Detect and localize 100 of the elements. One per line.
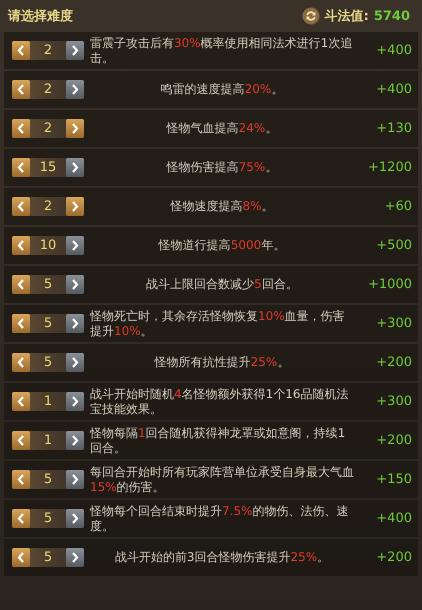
modifier-description: 雷震子攻击后有30%概率使用相同法术进行1次追击。 — [90, 36, 354, 66]
increase-button[interactable] — [66, 275, 84, 294]
chevron-right-icon — [71, 552, 79, 563]
increase-button[interactable] — [66, 119, 84, 138]
modifier-description: 战斗上限回合数减少5回合。 — [146, 277, 298, 292]
chevron-right-icon — [71, 279, 79, 290]
score-bonus: +400 — [375, 511, 412, 526]
level-stepper[interactable]: 5 — [12, 275, 84, 294]
level-value: 2 — [42, 43, 54, 58]
score-bonus: +60 — [384, 199, 412, 214]
score-value: 5740 — [374, 8, 410, 24]
increase-button[interactable] — [66, 548, 84, 567]
score-bonus: +1000 — [367, 277, 412, 292]
modifier-description: 战斗开始时随机4名怪物额外获得1个16品随机法宝技能效果。 — [90, 386, 350, 416]
level-stepper[interactable]: 10 — [12, 236, 84, 255]
chevron-right-icon — [71, 474, 79, 485]
decrease-button[interactable] — [12, 353, 30, 372]
decrease-button[interactable] — [12, 80, 30, 99]
score-bonus: +200 — [375, 433, 412, 448]
level-stepper[interactable]: 1 — [12, 392, 84, 411]
decrease-button[interactable] — [12, 509, 30, 528]
increase-button[interactable] — [66, 353, 84, 372]
score-bonus: +300 — [375, 316, 412, 331]
modifier-description: 怪物伤害提高75%。 — [166, 160, 278, 175]
level-stepper[interactable]: 2 — [12, 80, 84, 99]
level-stepper[interactable]: 5 — [12, 509, 84, 528]
score-label: 斗法值: — [324, 8, 369, 25]
increase-button[interactable] — [66, 392, 84, 411]
chevron-right-icon — [71, 396, 79, 407]
chevron-left-icon — [17, 357, 25, 368]
chevron-right-icon — [71, 84, 79, 95]
decrease-button[interactable] — [12, 158, 30, 177]
chevron-right-icon — [71, 201, 79, 212]
level-stepper[interactable]: 5 — [12, 470, 84, 489]
level-value: 1 — [42, 433, 54, 448]
level-stepper[interactable]: 2 — [12, 119, 84, 138]
chevron-left-icon — [17, 513, 25, 524]
chevron-left-icon — [17, 474, 25, 485]
score-bonus: +1200 — [367, 160, 412, 175]
increase-button[interactable] — [66, 470, 84, 489]
decrease-button[interactable] — [12, 470, 30, 489]
increase-button[interactable] — [66, 80, 84, 99]
modifier-description: 怪物每个回合结束时提升7.5%的物伤、法伤、速度。 — [90, 504, 350, 534]
level-value: 5 — [42, 472, 54, 487]
score-bonus: +500 — [375, 238, 412, 253]
level-value: 10 — [38, 238, 58, 253]
chevron-left-icon — [17, 84, 25, 95]
modifier-description: 怪物所有抗性提升25%。 — [154, 355, 290, 370]
level-stepper[interactable]: 5 — [12, 548, 84, 567]
chevron-left-icon — [17, 552, 25, 563]
level-value: 1 — [42, 394, 54, 409]
decrease-button[interactable] — [12, 392, 30, 411]
refresh-icon[interactable] — [302, 7, 320, 25]
decrease-button[interactable] — [12, 275, 30, 294]
decrease-button[interactable] — [12, 119, 30, 138]
increase-button[interactable] — [66, 158, 84, 177]
chevron-right-icon — [71, 318, 79, 329]
level-stepper[interactable]: 5 — [12, 353, 84, 372]
modifier-description: 怪物气血提高24%。 — [166, 121, 278, 136]
level-value: 5 — [42, 277, 54, 292]
chevron-left-icon — [17, 435, 25, 446]
page-title: 请选择难度 — [8, 8, 73, 25]
chevron-left-icon — [17, 45, 25, 56]
chevron-left-icon — [17, 162, 25, 173]
level-stepper[interactable]: 1 — [12, 431, 84, 450]
increase-button[interactable] — [66, 314, 84, 333]
chevron-left-icon — [17, 123, 25, 134]
score-bonus: +400 — [375, 82, 412, 97]
chevron-right-icon — [71, 513, 79, 524]
increase-button[interactable] — [66, 431, 84, 450]
level-stepper[interactable]: 2 — [12, 41, 84, 60]
level-value: 5 — [42, 511, 54, 526]
chevron-right-icon — [71, 45, 79, 56]
level-value: 5 — [42, 550, 54, 565]
increase-button[interactable] — [66, 41, 84, 60]
level-stepper[interactable]: 2 — [12, 197, 84, 216]
chevron-left-icon — [17, 318, 25, 329]
level-stepper[interactable]: 5 — [12, 314, 84, 333]
decrease-button[interactable] — [12, 41, 30, 60]
modifier-description: 战斗开始的前3回合怪物伤害提升25%。 — [114, 550, 330, 565]
level-value: 5 — [42, 316, 54, 331]
score-bonus: +400 — [375, 43, 412, 58]
increase-button[interactable] — [66, 236, 84, 255]
increase-button[interactable] — [66, 197, 84, 216]
chevron-left-icon — [17, 279, 25, 290]
decrease-button[interactable] — [12, 548, 30, 567]
score-bonus: +200 — [375, 550, 412, 565]
score-bonus: +130 — [375, 121, 412, 136]
decrease-button[interactable] — [12, 197, 30, 216]
modifier-description: 鸣雷的速度提高20%。 — [160, 82, 284, 97]
increase-button[interactable] — [66, 509, 84, 528]
decrease-button[interactable] — [12, 431, 30, 450]
chevron-right-icon — [71, 162, 79, 173]
decrease-button[interactable] — [12, 314, 30, 333]
level-stepper[interactable]: 15 — [12, 158, 84, 177]
decrease-button[interactable] — [12, 236, 30, 255]
score-bonus: +150 — [375, 472, 412, 487]
level-value: 2 — [42, 82, 54, 97]
modifier-description: 每回合开始时所有玩家阵营单位承受自身最大气血 15%的伤害。 — [90, 464, 354, 494]
modifier-description: 怪物每隔1回合随机获得神龙罩或如意阁，持续1回合。 — [90, 426, 346, 456]
